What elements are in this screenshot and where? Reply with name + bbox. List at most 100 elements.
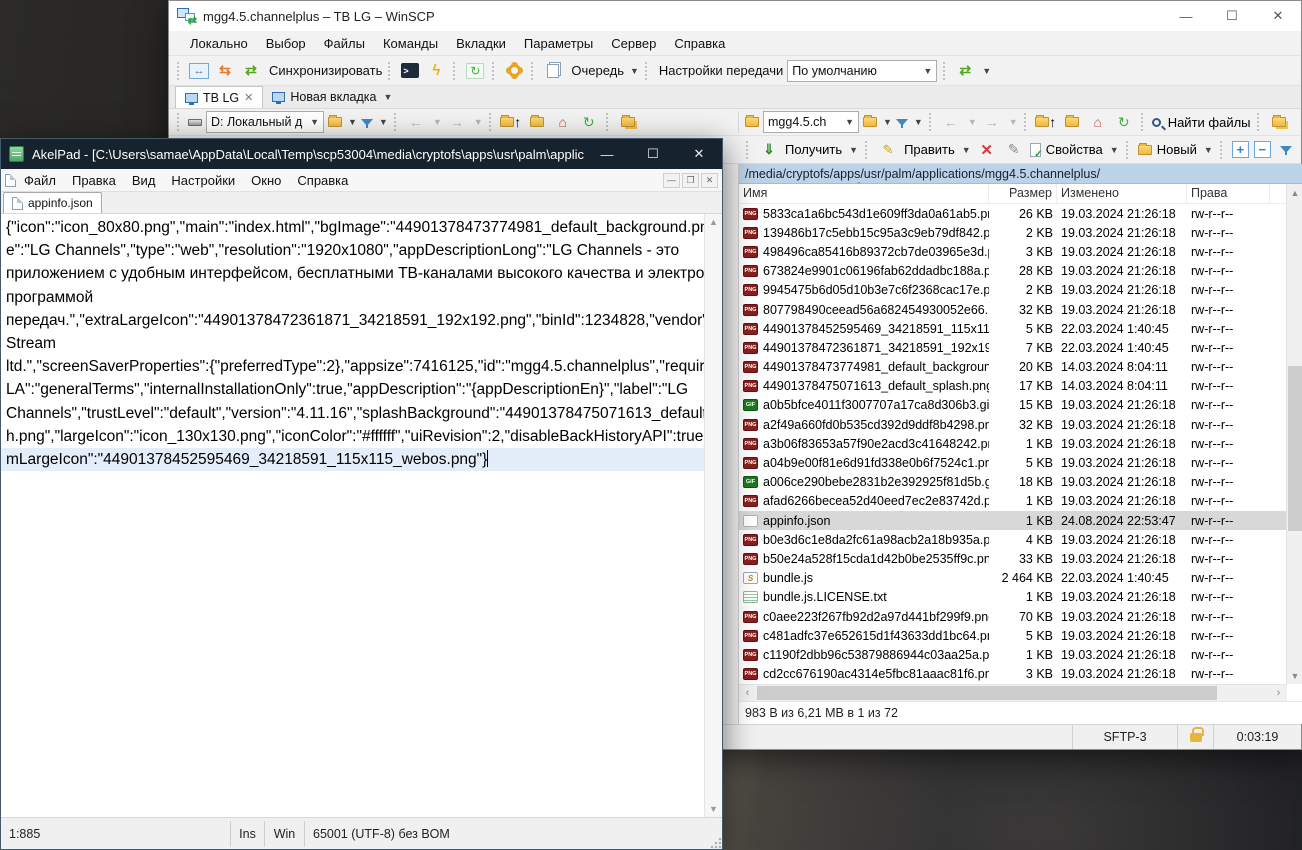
editor-line[interactable]: h.png","largeIcon":"icon_130x130.png","i… [1,425,704,448]
menu-item[interactable]: Файлы [315,36,374,51]
table-row[interactable]: PNGcd2cc676190ac4314e5fbc81aaac81f6.png … [739,665,1287,684]
table-row[interactable]: PNGa04b9e00f81e6d91fd338e0b6f7524c1.png … [739,453,1287,472]
column-rights[interactable]: Права [1187,184,1270,203]
table-row[interactable]: PNG807798490ceead56a682454930052e66.png … [739,300,1287,319]
close-tab-icon[interactable]: ✕ [244,91,253,104]
filter-icon[interactable] [896,119,908,126]
scroll-down-icon[interactable]: ▼ [705,801,722,817]
properties-button[interactable]: Свойства [1046,142,1103,157]
menu-item[interactable]: Настройки [163,173,243,188]
protocol-status[interactable]: SFTP-3 [1072,725,1177,749]
table-row[interactable]: PNG9945475b6d05d10b3e7c6f2368cac17e.png … [739,281,1287,300]
table-row[interactable]: PNGc1190f2dbb96c53879886944c03aa25a.png … [739,645,1287,664]
transfer-options-icon[interactable]: ⇄ [954,60,976,82]
menu-item[interactable]: Справка [665,36,734,51]
remote-path-bar[interactable]: /media/cryptofs/apps/usr/palm/applicatio… [739,164,1302,184]
insert-mode[interactable]: Ins [231,821,265,847]
back-icon[interactable]: ← [940,111,962,133]
menu-item[interactable]: Вкладки [447,36,515,51]
mdi-minimize-button[interactable]: — [663,173,680,188]
compare-panels-icon[interactable]: ↔ [188,60,210,82]
mdi-close-button[interactable]: ✕ [701,173,718,188]
table-row[interactable]: PNG44901378475071613_default_splash.png … [739,377,1287,396]
scrollbar-thumb[interactable] [757,686,1217,700]
table-row[interactable]: PNGb50e24a528f15cda1d42b0be2535ff9c.png … [739,549,1287,568]
transfer-settings-label[interactable]: Настройки передачи [659,63,783,78]
table-row[interactable]: PNGa2f49a660fd0b535cd392d9ddf8b4298.png … [739,415,1287,434]
remote-dir-dropdown[interactable]: mgg4.5.ch▼ [763,111,859,133]
console-icon[interactable]: > [399,60,421,82]
line-ending[interactable]: Win [265,821,305,847]
close-button[interactable]: ✕ [676,139,722,169]
horizontal-scrollbar[interactable]: ‹ › [739,684,1287,701]
mdi-restore-button[interactable]: ❐ [682,173,699,188]
minimize-button[interactable]: — [1163,1,1209,31]
close-button[interactable]: ✕ [1255,1,1301,31]
editor-scrollbar[interactable]: ▲ ▼ [704,214,722,817]
synchronize-icon[interactable]: ⇄ [240,60,262,82]
vertical-scrollbar[interactable]: ▲ ▼ [1286,184,1302,684]
column-modified[interactable]: Изменено [1057,184,1187,203]
home-directory-icon[interactable]: ⌂ [1087,111,1109,133]
editor-line[interactable]: ltd.","screenSaverProperties":{"preferre… [1,355,704,378]
parent-directory-icon[interactable]: ↑ [500,111,522,133]
root-directory-icon[interactable] [526,111,548,133]
table-row[interactable]: PNGc0aee223f267fb92d2a97d441bf299f9.png … [739,607,1287,626]
find-files-button[interactable]: Найти файлы [1168,115,1251,130]
minimize-button[interactable]: — [584,139,630,169]
table-row[interactable]: PNG139486b17c5ebb15c95a3c9eb79df842.png … [739,223,1287,242]
filter-icon[interactable] [361,119,373,126]
commands-icon[interactable]: ϟ [425,60,447,82]
table-row[interactable]: bundle.js.LICENSE.txt 1 KB 19.03.2024 21… [739,588,1287,607]
editor-line[interactable]: Channels","trustLevel":"default","versio… [1,402,704,425]
scroll-right-icon[interactable]: › [1270,685,1287,701]
home-directory-icon[interactable]: ⌂ [552,111,574,133]
table-row[interactable]: PNGb0e3d6c1e8da2fc61a98acb2a18b935a.png … [739,530,1287,549]
akelpad-titlebar[interactable]: AkelPad - [C:\Users\samae\AppData\Local\… [1,139,722,169]
refresh-panel-icon[interactable]: ↻ [578,111,600,133]
open-directory-icon[interactable] [328,117,342,127]
table-row[interactable]: GIFa006ce290bebe2831b2e392925f81d5b.gif … [739,473,1287,492]
root-directory-icon[interactable] [1061,111,1083,133]
select-plus-icon[interactable]: + [1232,141,1249,158]
filter-funnel-icon[interactable] [1280,146,1292,153]
open-directory-icon[interactable] [863,117,877,127]
column-name[interactable]: Имяˆ [739,184,989,203]
select-minus-icon[interactable]: − [1254,141,1271,158]
table-row[interactable]: PNGafad6266becea52d40eed7ec2e83742d.png … [739,492,1287,511]
table-row[interactable]: PNG498496ca85416b89372cb7de03965e3d.p...… [739,242,1287,261]
menu-item[interactable]: Сервер [602,36,665,51]
menu-item[interactable]: Справка [289,173,356,188]
scroll-down-icon[interactable]: ▼ [1287,667,1302,684]
menu-item[interactable]: Правка [64,173,124,188]
editor-line[interactable]: e":"LG Channels","type":"web","resolutio… [1,239,704,262]
menu-item[interactable]: Вид [124,173,164,188]
scroll-up-icon[interactable]: ▲ [705,214,722,230]
forward-icon[interactable]: → [981,111,1003,133]
queue-button[interactable]: Очередь [571,63,624,78]
get-button[interactable]: Получить [785,142,842,157]
keep-up-to-date-icon[interactable]: ⇆ [214,60,236,82]
table-row[interactable]: PNGc481adfc37e652615d1f43633dd1bc64.png … [739,626,1287,645]
maximize-button[interactable]: ☐ [630,139,676,169]
scrollbar-thumb[interactable] [1288,366,1302,531]
editor-line[interactable]: mLargeIcon":"44901378452595469_34218591_… [1,448,704,471]
local-drive-dropdown[interactable]: D: Локальный д▼ [206,111,324,133]
text-editor[interactable]: {"icon":"icon_80x80.png","main":"index.h… [1,214,722,817]
menu-item[interactable]: Параметры [515,36,602,51]
table-row[interactable]: appinfo.json 1 KB 24.08.2024 22:53:47 rw… [739,511,1287,530]
edit-button[interactable]: Править [904,142,955,157]
transfer-preset-dropdown[interactable]: По умолчанию▼ [787,60,937,82]
rename-icon[interactable]: ✎ [1003,139,1025,161]
editor-line[interactable]: приложением с удобным интерфейсом, беспл… [1,262,704,285]
winscp-titlebar[interactable]: ⇄ mgg4.5.channelplus – TB LG – WinSCP — … [169,1,1301,31]
parent-directory-icon[interactable]: ↑ [1035,111,1057,133]
menu-item[interactable]: Выбор [257,36,315,51]
menu-item[interactable]: Локально [181,36,257,51]
queue-icon[interactable] [542,60,564,82]
sync-browsing-icon[interactable] [1268,111,1290,133]
tree-toggle-icon[interactable] [617,111,639,133]
column-size[interactable]: Размер [989,184,1057,203]
editor-line[interactable]: Stream [1,332,704,355]
scroll-left-icon[interactable]: ‹ [739,685,756,701]
